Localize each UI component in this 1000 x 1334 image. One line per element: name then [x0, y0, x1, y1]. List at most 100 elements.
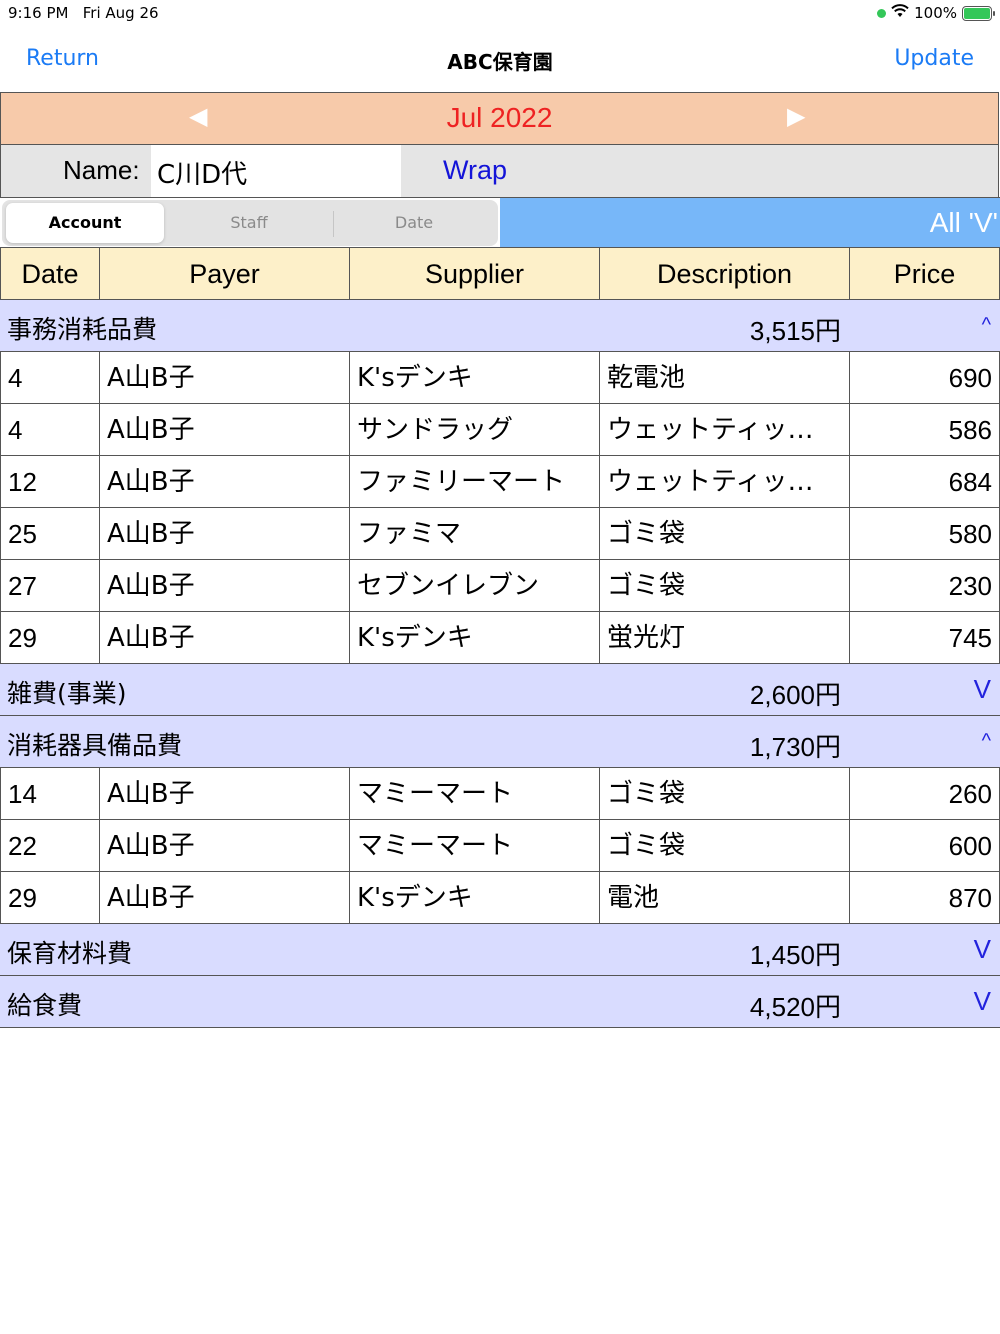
cell-description: ウェットティッ… [600, 404, 850, 455]
expand-icon[interactable]: V [974, 674, 991, 705]
cell-payer: A山B子 [100, 768, 350, 819]
cell-description: 蛍光灯 [600, 612, 850, 663]
cell-price: 580 [850, 508, 1000, 559]
expand-icon[interactable]: V [974, 934, 991, 965]
header-payer[interactable]: Payer [100, 248, 350, 299]
group-amount: 1,450円 [749, 940, 841, 970]
name-label: Name: [63, 155, 140, 185]
month-label: Jul 2022 [446, 102, 553, 133]
status-bar: 9:16 PM Fri Aug 26 100% [0, 0, 1000, 28]
cell-payer: A山B子 [100, 820, 350, 871]
table-row[interactable]: 29 A山B子 K'sデンキ 電池 870 [0, 872, 1000, 924]
cell-supplier: マミーマート [350, 820, 600, 871]
battery-icon [962, 5, 995, 21]
header-description[interactable]: Description [600, 248, 850, 299]
cell-date: 14 [1, 768, 100, 819]
group-amount: 1,730円 [749, 732, 841, 762]
cell-price: 586 [850, 404, 1000, 455]
cell-description: ゴミ袋 [600, 560, 850, 611]
cell-supplier: K'sデンキ [350, 872, 600, 923]
cell-payer: A山B子 [100, 352, 350, 403]
cell-date: 22 [1, 820, 100, 871]
cell-supplier: ファミリーマート [350, 456, 600, 507]
table-row[interactable]: 12 A山B子 ファミリーマート ウェットティッ… 684 [0, 456, 1000, 508]
table-header: Date Payer Supplier Description Price [0, 248, 1000, 300]
cell-date: 29 [1, 612, 100, 663]
collapse-icon[interactable]: ^ [982, 730, 991, 753]
table-row[interactable]: 29 A山B子 K'sデンキ 蛍光灯 745 [0, 612, 1000, 664]
group-header[interactable]: 事務消耗品費 3,515円 ^ [0, 300, 1000, 352]
header-price[interactable]: Price [850, 248, 1000, 299]
collapse-icon[interactable]: ^ [982, 314, 991, 337]
cell-description: ゴミ袋 [600, 508, 850, 559]
table-row[interactable]: 14 A山B子 マミーマート ゴミ袋 260 [0, 768, 1000, 820]
table-row[interactable]: 27 A山B子 セブンイレブン ゴミ袋 230 [0, 560, 1000, 612]
cell-payer: A山B子 [100, 404, 350, 455]
name-field[interactable]: C川D代 [151, 145, 401, 197]
cell-payer: A山B子 [100, 560, 350, 611]
segment-date[interactable]: Date [335, 203, 493, 243]
cell-description: ウェットティッ… [600, 456, 850, 507]
group-name: 雑費(事業) [7, 679, 127, 708]
group-header[interactable]: 給食費 4,520円 V [0, 976, 1000, 1028]
cell-price: 745 [850, 612, 1000, 663]
cell-date: 12 [1, 456, 100, 507]
group-name: 事務消耗品費 [7, 315, 158, 344]
cell-description: 電池 [600, 872, 850, 923]
wifi-icon [891, 4, 909, 22]
cell-supplier: サンドラッグ [350, 404, 600, 455]
filter-row: Account Staff Date All 'V' [0, 197, 1000, 248]
cell-payer: A山B子 [100, 872, 350, 923]
group-amount: 2,600円 [749, 680, 841, 710]
expand-icon[interactable]: V [974, 986, 991, 1017]
segment-divider [333, 211, 334, 237]
cell-price: 600 [850, 820, 1000, 871]
cell-price: 260 [850, 768, 1000, 819]
segment-staff[interactable]: Staff [170, 203, 328, 243]
group-amount: 4,520円 [749, 992, 841, 1022]
navigation-bar: Return ABC保育園 Update [0, 30, 1000, 90]
status-time: 9:16 PM Fri Aug 26 [8, 4, 159, 22]
cell-payer: A山B子 [100, 456, 350, 507]
cell-description: ゴミ袋 [600, 768, 850, 819]
header-date[interactable]: Date [1, 248, 100, 299]
battery-percent: 100% [914, 4, 957, 22]
cell-date: 4 [1, 352, 100, 403]
group-amount: 3,515円 [749, 316, 841, 346]
next-month-icon[interactable]: ▶ [787, 102, 805, 130]
group-name: 消耗器具備品費 [7, 731, 183, 760]
cell-description: 乾電池 [600, 352, 850, 403]
month-selector: ◀ Jul 2022 ▶ [0, 92, 999, 145]
table-row[interactable]: 25 A山B子 ファミマ ゴミ袋 580 [0, 508, 1000, 560]
cell-price: 684 [850, 456, 1000, 507]
cell-payer: A山B子 [100, 612, 350, 663]
group-header[interactable]: 保育材料費 1,450円 V [0, 924, 1000, 976]
table-row[interactable]: 4 A山B子 K'sデンキ 乾電池 690 [0, 352, 1000, 404]
segment-account[interactable]: Account [6, 203, 164, 243]
cell-payer: A山B子 [100, 508, 350, 559]
group-name: 給食費 [7, 991, 83, 1020]
cell-supplier: ファミマ [350, 508, 600, 559]
cell-price: 230 [850, 560, 1000, 611]
group-name: 保育材料費 [7, 939, 133, 968]
cell-supplier: K'sデンキ [350, 612, 600, 663]
cell-supplier: セブンイレブン [350, 560, 600, 611]
table-row[interactable]: 22 A山B子 マミーマート ゴミ袋 600 [0, 820, 1000, 872]
header-supplier[interactable]: Supplier [350, 248, 600, 299]
update-button[interactable]: Update [894, 46, 974, 71]
cell-supplier: K'sデンキ [350, 352, 600, 403]
sort-segmented-control: Account Staff Date [2, 200, 498, 246]
filter-toggle-button[interactable]: All 'V' [500, 198, 1000, 247]
table-row[interactable]: 4 A山B子 サンドラッグ ウェットティッ… 586 [0, 404, 1000, 456]
wrap-button[interactable]: Wrap [443, 155, 507, 186]
cell-date: 29 [1, 872, 100, 923]
group-header[interactable]: 雑費(事業) 2,600円 V [0, 664, 1000, 716]
group-header[interactable]: 消耗器具備品費 1,730円 ^ [0, 716, 1000, 768]
cell-date: 25 [1, 508, 100, 559]
cell-price: 870 [850, 872, 1000, 923]
cell-date: 4 [1, 404, 100, 455]
filter-label: All 'V' [929, 207, 998, 238]
camera-indicator-icon [877, 8, 887, 18]
cell-date: 27 [1, 560, 100, 611]
status-right: 100% [877, 4, 995, 22]
